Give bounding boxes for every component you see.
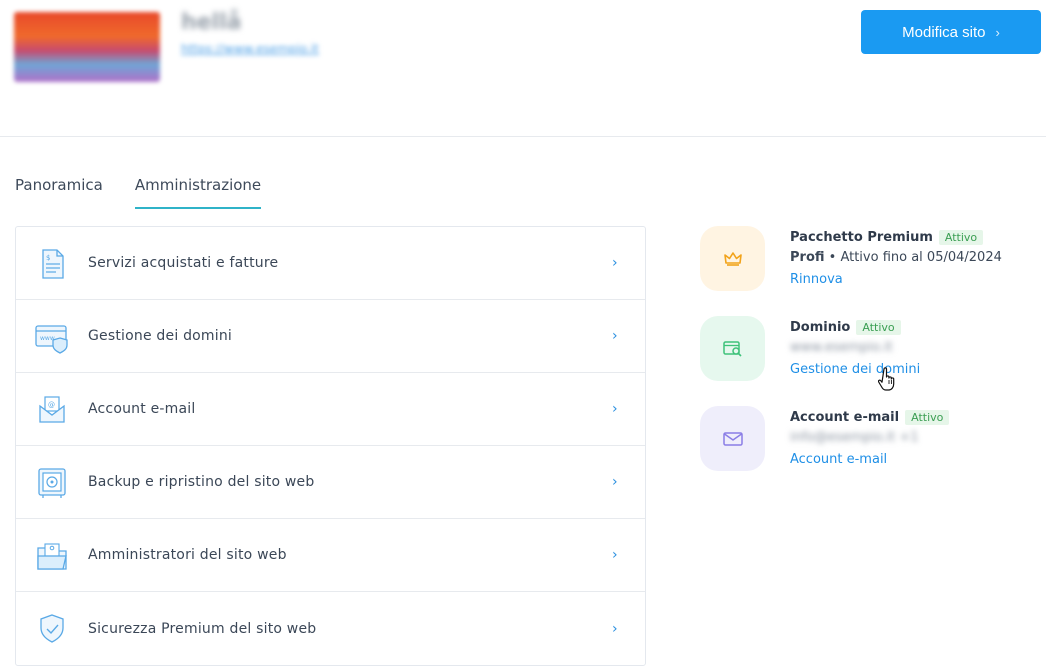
domain-info: Dominio Attivo www.esempio.it Gestione d… (790, 318, 920, 377)
site-name: hellå (181, 10, 242, 35)
menu-item-purchased-services[interactable]: $ Servizi acquistati e fatture › (16, 227, 645, 300)
email-icon-tile (700, 406, 765, 471)
package-info: Pacchetto Premium Attivo Profi • Attivo … (790, 228, 1002, 287)
admin-menu: $ Servizi acquistati e fatture › www Ges… (15, 226, 646, 666)
chevron-right-icon: › (612, 620, 618, 637)
email-info: Account e-mail Attivo info@esempio.it +1… (790, 408, 950, 467)
status-badge: Attivo (856, 319, 901, 335)
svg-text:$: $ (46, 254, 50, 262)
edit-site-button[interactable]: Modifica sito › (861, 10, 1041, 54)
package-details: Profi • Attivo fino al 05/04/2024 (790, 250, 1002, 268)
crown-icon (723, 251, 742, 266)
package-title: Pacchetto Premium (790, 229, 933, 245)
domain-name: www.esempio.it (790, 340, 893, 355)
site-header: hellå https://www.esempio.it Modifica si… (0, 0, 1046, 137)
menu-item-domains[interactable]: www Gestione dei domini › (16, 300, 645, 373)
chevron-right-icon: › (612, 547, 618, 563)
menu-item-label: Sicurezza Premium del sito web (88, 620, 317, 637)
menu-item-label: Gestione dei domini (88, 328, 233, 344)
safe-icon (38, 468, 66, 498)
status-badge: Attivo (905, 409, 950, 425)
chevron-right-icon: › (612, 401, 618, 417)
edit-site-label: Modifica sito (902, 23, 986, 41)
mail-icon (722, 431, 743, 446)
site-thumbnail[interactable] (14, 12, 160, 82)
admin-folder-icon (37, 543, 67, 570)
menu-item-label: Backup e ripristino del sito web (88, 474, 315, 490)
tab-overview[interactable]: Panoramica (15, 176, 103, 209)
active-until: Attivo fino al 05/04/2024 (840, 250, 1002, 265)
menu-item-label: Amministratori del sito web (88, 547, 287, 563)
security-shield-icon (40, 614, 64, 643)
bullet-separator: • (824, 250, 841, 265)
chevron-right-icon: › (612, 255, 618, 271)
manage-domains-link[interactable]: Gestione dei domini (790, 362, 920, 377)
domain-icon-tile (700, 316, 765, 381)
menu-item-backup[interactable]: Backup e ripristino del sito web › (16, 446, 645, 519)
tab-administration[interactable]: Amministrazione (134, 176, 262, 209)
email-envelope-icon: @ (39, 396, 65, 423)
email-address: info@esempio.it +1 (790, 430, 919, 445)
site-url-link[interactable]: https://www.esempio.it (181, 42, 319, 56)
invoice-icon: $ (42, 249, 64, 279)
menu-item-premium-security[interactable]: Sicurezza Premium del sito web › (16, 592, 645, 665)
email-title: Account e-mail (790, 409, 900, 425)
svg-text:@: @ (48, 401, 55, 409)
renew-link[interactable]: Rinnova (790, 272, 843, 287)
chevron-right-icon: › (612, 328, 618, 344)
domain-card: Dominio Attivo www.esempio.it Gestione d… (700, 316, 1040, 386)
package-card: Pacchetto Premium Attivo Profi • Attivo … (700, 226, 1040, 296)
package-icon-tile (700, 226, 765, 291)
domain-search-icon (722, 340, 742, 357)
plan-name: Profi (790, 250, 825, 265)
tab-bar: Panoramica Amministrazione (15, 176, 262, 209)
menu-item-email-accounts[interactable]: @ Account e-mail › (16, 373, 645, 446)
status-badge: Attivo (938, 229, 984, 245)
menu-item-label: Servizi acquistati e fatture (88, 255, 279, 271)
hand-cursor-icon (878, 367, 895, 391)
domain-shield-icon: www (35, 325, 68, 354)
email-accounts-link[interactable]: Account e-mail (790, 452, 887, 467)
chevron-right-icon: › (995, 24, 1000, 40)
domain-title: Dominio (790, 319, 851, 335)
chevron-right-icon: › (612, 474, 618, 490)
menu-item-label: Account e-mail (88, 401, 196, 417)
email-card: Account e-mail Attivo info@esempio.it +1… (700, 406, 1040, 476)
menu-item-site-admins[interactable]: Amministratori del sito web › (16, 519, 645, 592)
